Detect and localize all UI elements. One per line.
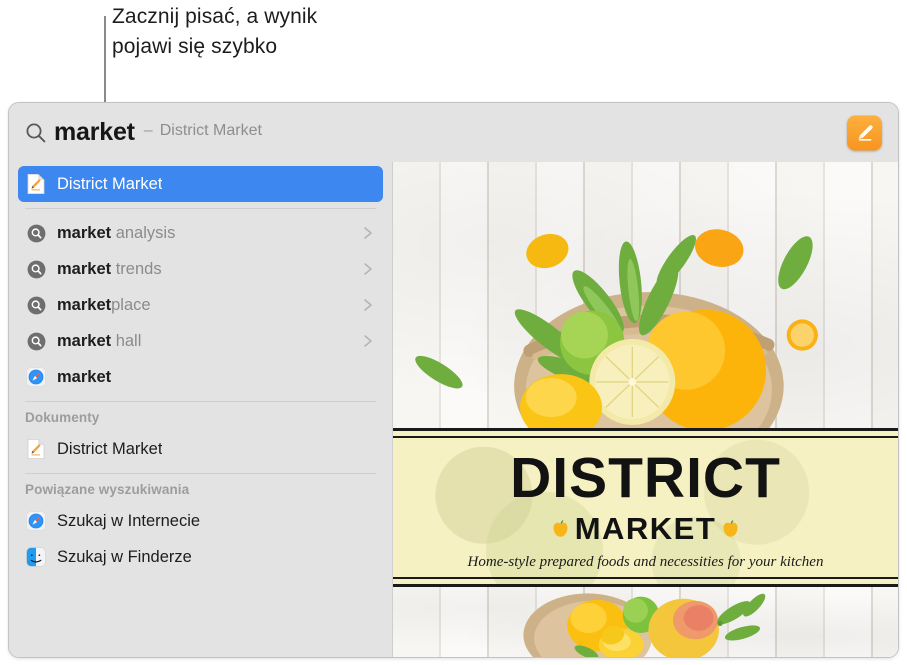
related-label: Szukaj w Internecie [57, 512, 200, 531]
citrus-photo-top [393, 162, 898, 428]
suggestion-label: market trends [57, 260, 162, 279]
citrus-illustration-top [393, 162, 898, 428]
sidebar-divider [25, 208, 376, 209]
related-label: Szukaj w Finderze [57, 548, 192, 567]
result-label: District Market [57, 175, 162, 194]
sidebar-divider [25, 401, 376, 402]
chevron-right-icon[interactable] [361, 262, 375, 276]
banner-subtitle: MARKET [575, 513, 717, 544]
magnifier-circle-icon [25, 294, 47, 316]
sidebar-divider [25, 473, 376, 474]
document-row-district-market[interactable]: District Market [18, 431, 383, 467]
section-heading-dokumenty: Dokumenty [9, 408, 392, 431]
callout-leader-line [104, 16, 106, 107]
callout-text: Zacznij pisać, a wynik pojawi się szybko [112, 2, 442, 62]
suggestion-row-market-hall[interactable]: market hall [18, 323, 383, 359]
related-row-szukaj-w-internecie[interactable]: Szukaj w Internecie [18, 503, 383, 539]
preview-pane: DISTRICT MARKET [392, 162, 898, 657]
suggestion-label: market analysis [57, 224, 175, 243]
magnifier-circle-icon [25, 258, 47, 280]
safari-icon [25, 510, 47, 532]
banner-tagline: Home-style prepared foods and necessitie… [468, 554, 824, 571]
document-label: District Market [57, 440, 162, 459]
results-sidebar: District Market market analysis [9, 162, 392, 657]
chevron-right-icon[interactable] [361, 298, 375, 312]
suggestion-label: market hall [57, 332, 141, 351]
suggestion-row-market-trends[interactable]: market trends [18, 251, 383, 287]
apple-glyph-left [552, 519, 569, 538]
citrus-illustration-bottom [393, 587, 898, 657]
search-dash: – [144, 122, 153, 140]
document-banner: DISTRICT MARKET [393, 428, 898, 587]
search-input[interactable]: market [54, 118, 135, 147]
magnifier-circle-icon [25, 222, 47, 244]
chevron-right-icon[interactable] [361, 226, 375, 240]
result-row-top-hit[interactable]: District Market [18, 166, 383, 202]
search-bar[interactable]: market – District Market [9, 103, 898, 162]
suggestion-label: market [57, 368, 111, 387]
citrus-photo-bottom [393, 587, 898, 657]
banner-title: DISTRICT [510, 450, 781, 507]
pages-app-icon [847, 115, 882, 150]
chevron-right-icon[interactable] [361, 334, 375, 348]
magnifier-circle-icon [25, 330, 47, 352]
apple-glyph-right [722, 519, 739, 538]
search-inline-completion: District Market [160, 122, 262, 140]
suggestion-label: marketplace [57, 296, 151, 315]
screenshot-root: Zacznij pisać, a wynik pojawi się szybko… [0, 0, 907, 665]
suggestion-row-market-safari[interactable]: market [18, 359, 383, 395]
search-icon [24, 121, 54, 145]
spotlight-window: market – District Market [8, 102, 899, 658]
suggestion-row-market-analysis[interactable]: market analysis [18, 215, 383, 251]
pages-document-icon [25, 173, 47, 195]
document-preview: DISTRICT MARKET [393, 162, 898, 657]
safari-icon [25, 366, 47, 388]
section-heading-powiazane-wyszukiwania: Powiązane wyszukiwania [9, 480, 392, 503]
related-row-szukaj-w-finderze[interactable]: Szukaj w Finderze [18, 539, 383, 575]
suggestion-row-marketplace[interactable]: marketplace [18, 287, 383, 323]
pages-document-icon [25, 438, 47, 460]
finder-icon [25, 546, 47, 568]
window-body: District Market market analysis [9, 162, 898, 657]
